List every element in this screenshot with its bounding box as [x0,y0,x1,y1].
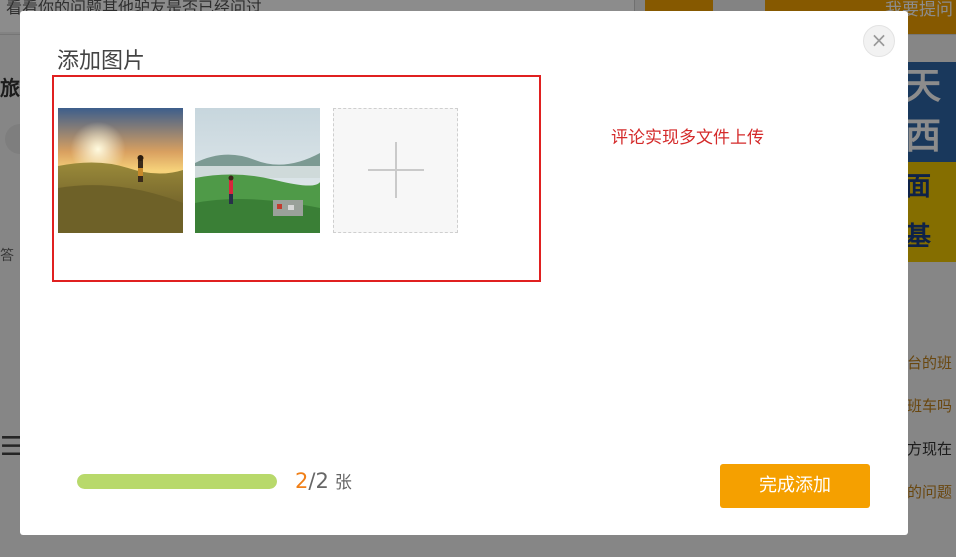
close-button[interactable]: × [863,25,895,57]
add-image-button[interactable] [333,108,458,233]
sunset-photo [58,108,183,233]
progress-fill [77,474,277,489]
plus-icon-vertical [395,142,397,198]
image-count-unit: 张 [334,473,352,493]
image-count-total: 2 [315,469,329,493]
dialog-title: 添加图片 [57,49,146,74]
hills-photo [195,108,320,233]
annotation-text: 评论实现多文件上传 [611,128,764,148]
finish-adding-button[interactable]: 完成添加 [720,464,870,508]
close-icon: × [870,28,888,52]
image-thumbnail[interactable] [58,108,183,233]
image-thumbnail[interactable] [195,108,320,233]
add-image-dialog: 添加图片 × 评论实现多文件上传 2/2 张 完成添加 [20,11,908,535]
upload-progress-bar [77,474,277,489]
image-count-current: 2 [295,469,309,493]
image-count: 2/2 张 [295,468,352,493]
